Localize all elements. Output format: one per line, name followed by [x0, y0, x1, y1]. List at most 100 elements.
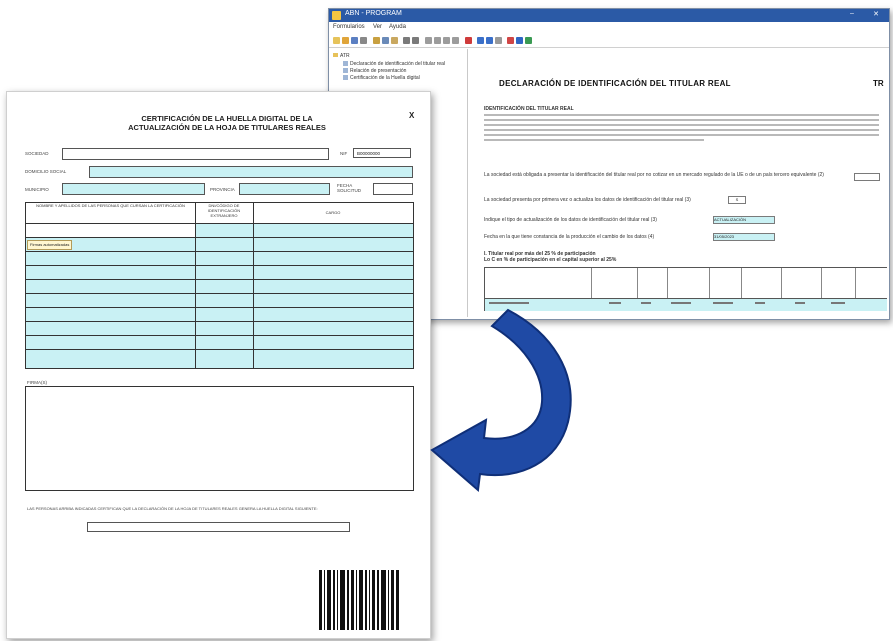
certifiers-grid: NOMBRE Y APELLIDOS DE LAS PERSONAS QUE C…: [25, 202, 414, 369]
question-1-select[interactable]: [854, 173, 880, 181]
form-title-line1: CERTIFICACIÓN DE LA HUELLA DIGITAL DE LA: [141, 114, 313, 123]
menu-formularios[interactable]: Formularios: [333, 24, 365, 30]
question-4-answer[interactable]: 31/05/2023: [713, 233, 775, 241]
grid-row[interactable]: [26, 251, 413, 266]
legal-text-line: [484, 134, 879, 136]
col-residencia: [781, 268, 822, 298]
app-icon: [332, 11, 341, 20]
fecha-solicitud-field[interactable]: [373, 183, 413, 195]
paste-icon[interactable]: [391, 37, 398, 44]
grid-row[interactable]: [26, 265, 413, 280]
export-icon[interactable]: [525, 37, 532, 44]
help-icon[interactable]: [495, 37, 502, 44]
fecha-solicitud-label: FECHA SOLICITUD: [337, 183, 362, 193]
validate-icon[interactable]: [477, 37, 484, 44]
grid-row[interactable]: [26, 293, 413, 308]
provincia-label: PROVINCIA: [210, 187, 235, 192]
col-apellidos: [485, 268, 592, 298]
toolbar: [329, 35, 889, 48]
grid-row[interactable]: [26, 335, 413, 350]
menu-bar: Formularios Ver Ayuda: [329, 23, 889, 33]
grid-row[interactable]: [26, 307, 413, 322]
grid-row[interactable]: [26, 279, 413, 294]
section-heading: IDENTIFICACIÓN DEL TITULAR REAL: [484, 106, 574, 112]
close-form-button[interactable]: X: [409, 111, 414, 120]
print-icon[interactable]: [360, 37, 367, 44]
tree-item-certificacion[interactable]: Certificación de la Huella digital: [343, 75, 420, 81]
send-icon[interactable]: [486, 37, 493, 44]
next-icon[interactable]: [443, 37, 450, 44]
new-icon[interactable]: [333, 37, 340, 44]
legal-text-line: [484, 124, 879, 126]
tree-item-relacion[interactable]: Relación de presentación: [343, 68, 406, 74]
grid-divider: [253, 203, 254, 368]
municipio-field[interactable]: [62, 183, 205, 195]
grid-header-dni: DNI/CÓDIGO DE IDENTIFICACIÓN EXTRANJERO: [207, 203, 241, 218]
fingerprint-icon[interactable]: [516, 37, 523, 44]
huella-notice: LAS PERSONAS ARRIBA INDICADAS CERTIFICAN…: [27, 506, 318, 511]
form-title-line2: ACTUALIZACIÓN DE LA HOJA DE TITULARES RE…: [128, 123, 326, 132]
declaration-title: DECLARACIÓN DE IDENTIFICACIÓN DEL TITULA…: [499, 79, 731, 88]
minimize-button[interactable]: –: [845, 10, 859, 20]
huella-digital-field[interactable]: [87, 522, 350, 532]
grid-row[interactable]: [26, 321, 413, 336]
cell-doc: [671, 302, 691, 304]
declaration-page: DECLARACIÓN DE IDENTIFICACIÓN DEL TITULA…: [469, 49, 887, 317]
col-directa: [821, 268, 856, 298]
cell-nac: [755, 302, 765, 304]
legal-text-line: [484, 114, 879, 116]
municipio-label: MUNICIPIO: [25, 187, 49, 192]
col-documento: [667, 268, 710, 298]
question-2: La sociedad presenta por primera vez o a…: [484, 197, 691, 203]
col-nacionalidad: [741, 268, 782, 298]
menu-ver[interactable]: Ver: [373, 24, 382, 30]
sociedad-field[interactable]: [62, 148, 329, 160]
grid-row[interactable]: [26, 223, 413, 238]
firmas-chip[interactable]: Firmas automatizadas: [27, 240, 73, 250]
tree-root[interactable]: ATR: [333, 53, 350, 59]
col-nif: [591, 268, 638, 298]
form-title: CERTIFICACIÓN DE LA HUELLA DIGITAL DE LA…: [77, 114, 377, 132]
last-icon[interactable]: [452, 37, 459, 44]
first-icon[interactable]: [425, 37, 432, 44]
col-fecha-doc: [709, 268, 742, 298]
menu-ayuda[interactable]: Ayuda: [389, 24, 406, 30]
grid-row[interactable]: [26, 349, 413, 368]
legal-text-line: [484, 139, 704, 141]
provincia-field[interactable]: [239, 183, 330, 195]
declaration-title-cut: TR: [873, 79, 884, 88]
nif-label: NIF: [340, 151, 348, 156]
redo-icon[interactable]: [412, 37, 419, 44]
question-3-answer[interactable]: ACTUALIZACIÓN: [713, 216, 775, 224]
legal-text-line: [484, 129, 879, 131]
prev-icon[interactable]: [434, 37, 441, 44]
question-4: Fecha en la que tiene constancia de la p…: [484, 234, 655, 240]
grid-row[interactable]: Firmas automatizadas: [26, 237, 413, 252]
grid-header-cargo: CARGO: [325, 210, 341, 215]
col-fecha: [637, 268, 668, 298]
cut-icon[interactable]: [373, 37, 380, 44]
document-icon: [343, 61, 348, 67]
domicilio-label: DOMICILIO SOCIAL: [25, 169, 67, 174]
curved-arrow-icon: [430, 308, 572, 492]
nif-field[interactable]: B00000000: [353, 148, 411, 158]
tree-item-declaracion[interactable]: Declaración de identificación del titula…: [343, 61, 445, 67]
domicilio-field[interactable]: [89, 166, 413, 178]
copy-icon[interactable]: [382, 37, 389, 44]
legal-text-line: [484, 119, 879, 121]
pdf-icon[interactable]: [507, 37, 514, 44]
question-1: La sociedad está obligada a presentar la…: [484, 172, 824, 178]
close-window-button[interactable]: ✕: [869, 10, 883, 20]
question-2-answer[interactable]: S: [728, 196, 746, 204]
window-title: ABN - PROGRAM: [345, 10, 402, 17]
undo-icon[interactable]: [403, 37, 410, 44]
save-icon[interactable]: [351, 37, 358, 44]
open-icon[interactable]: [342, 37, 349, 44]
title-bar: ABN - PROGRAM – ✕: [329, 9, 889, 22]
question-3: Indique el tipo de actualización de los …: [484, 217, 657, 223]
firma-box[interactable]: [25, 386, 414, 491]
cell-fecha: [641, 302, 651, 304]
cell-pct: [831, 302, 845, 304]
firma-label: FIRMA(S): [27, 380, 47, 385]
delete-icon[interactable]: [465, 37, 472, 44]
